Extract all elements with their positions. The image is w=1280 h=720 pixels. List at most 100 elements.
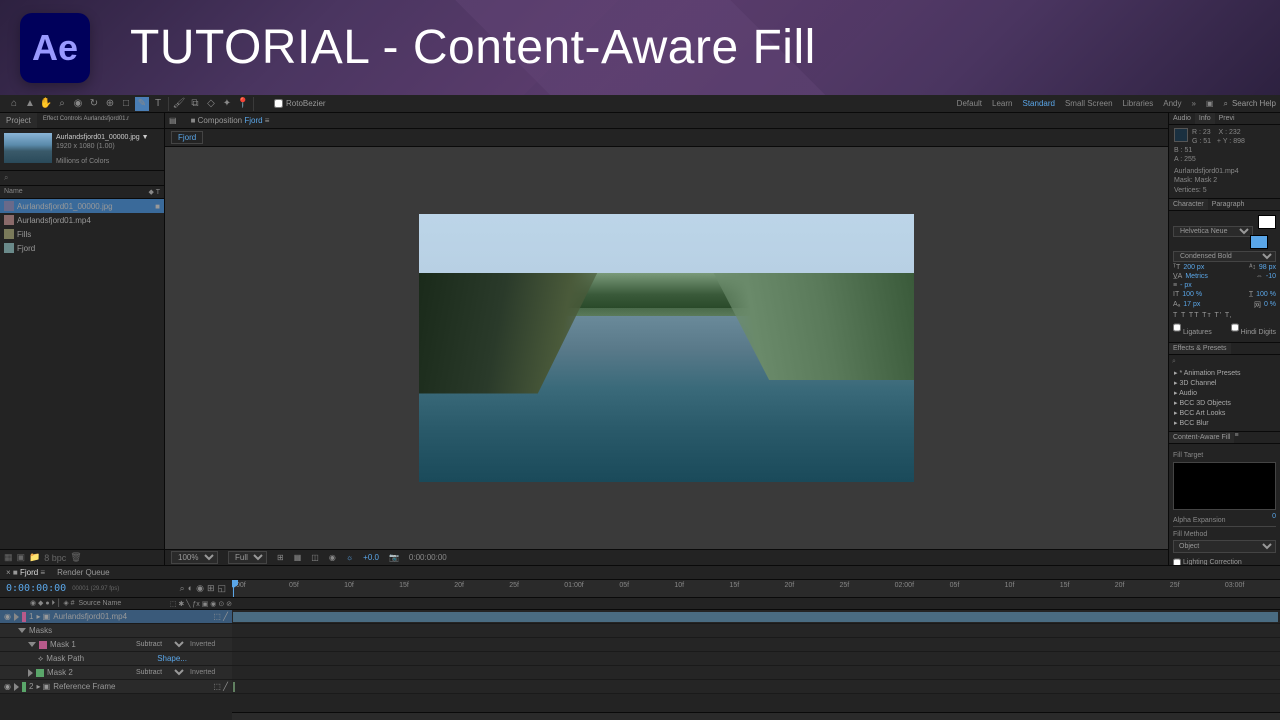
orbit-tool[interactable]: ◉ <box>71 97 85 111</box>
mask-2[interactable]: Mask 2 Subtract Inverted <box>0 666 1280 680</box>
new-comp-icon[interactable]: ▣ <box>17 552 26 563</box>
workspace-switcher: Default Learn Standard Small Screen Libr… <box>957 99 1214 108</box>
ws-andy[interactable]: Andy <box>1163 99 1181 108</box>
trash-icon[interactable]: 🗑 <box>70 552 81 563</box>
effects-presets-panel: ⌕ ▸ * Animation Presets ▸ 3D Channel ▸ A… <box>1169 355 1280 432</box>
brush-tool[interactable]: 🖌 <box>172 97 186 111</box>
content-aware-fill-panel: Fill Target Alpha Expansion0 Fill Method… <box>1169 444 1280 565</box>
tab-render-queue[interactable]: Render Queue <box>57 568 109 577</box>
tab-character[interactable]: Character <box>1169 199 1208 210</box>
tab-project[interactable]: Project <box>0 113 37 128</box>
ws-extend-icon[interactable]: ▣ <box>1206 99 1214 108</box>
viewer-controls: 100% Full ⊞ ▦ ◫ ◉ ☼ +0.0 📷 0:00:00:00 <box>165 549 1168 565</box>
rotobezier-checkbox[interactable]: RotoBezier <box>274 99 326 108</box>
text-style-buttons[interactable]: T T TT Tᴛ T' T, <box>1173 312 1276 319</box>
search-icon[interactable]: ⌕ <box>180 583 185 594</box>
exposure-icon[interactable]: ☼ <box>346 553 353 562</box>
help-search[interactable]: ⌕ Search Help <box>1223 99 1276 109</box>
asset-resolution: 1920 x 1080 (1.00) <box>56 142 149 151</box>
graph-icon[interactable]: ⊞ <box>207 583 215 594</box>
lighting-checkbox[interactable]: Lighting Correction <box>1173 556 1276 565</box>
hand-tool[interactable]: ✋ <box>39 97 53 111</box>
asset-colors: Millions of Colors <box>56 157 149 166</box>
main-toolbar: ⌂ ▲ ✋ ⌕ ◉ ↻ ⊕ □ ✎ T 🖌 ⧉ ◇ ✦ 📍 RotoBezier… <box>0 95 1280 113</box>
project-footer: ▦ ▣ 📁 8 bpc 🗑 <box>0 549 164 565</box>
type-tool[interactable]: T <box>151 97 165 111</box>
ws-more[interactable]: » <box>1191 99 1195 108</box>
tab-paragraph[interactable]: Paragraph <box>1208 199 1249 210</box>
quality-select[interactable]: Full <box>228 551 267 564</box>
project-search[interactable]: ⌕ <box>0 171 164 186</box>
playhead[interactable] <box>233 580 234 597</box>
layer-1-bar[interactable] <box>233 612 1278 622</box>
mask-path[interactable]: ⟡Mask Path Shape... <box>0 652 1280 666</box>
tab-effect-controls[interactable]: Effect Controls Aurlandsfjord01.r <box>37 113 135 128</box>
character-panel: Helvetica Neue Condensed Bold ᵀT200 pxᴬ↕… <box>1169 211 1280 343</box>
new-folder-icon[interactable]: 📁 <box>29 552 40 563</box>
project-preview: Aurlandsfjord01_00000.jpg ▼ 1920 x 1080 … <box>0 129 164 171</box>
mask-1[interactable]: Mask 1 Subtract Inverted <box>0 638 1280 652</box>
selection-tool[interactable]: ▲ <box>23 97 37 111</box>
ws-default[interactable]: Default <box>957 99 982 108</box>
ws-standard[interactable]: Standard <box>1023 99 1055 108</box>
zoom-tool[interactable]: ⌕ <box>55 97 69 111</box>
ws-small[interactable]: Small Screen <box>1065 99 1113 108</box>
layer-2-reference[interactable]: ◉2▸ ▣Reference Frame⬚ ╱ <box>0 680 1280 694</box>
ws-libraries[interactable]: Libraries <box>1123 99 1154 108</box>
tab-audio[interactable]: Audio <box>1169 113 1195 124</box>
viewer-canvas[interactable] <box>165 147 1168 549</box>
region-icon[interactable]: ◫ <box>311 553 319 562</box>
timeline-timecode[interactable]: 0:00:00:00 <box>6 583 66 594</box>
viewer-time[interactable]: 0:00:00:00 <box>409 553 447 562</box>
channel-icon[interactable]: ◉ <box>329 553 336 562</box>
new-bin-icon[interactable]: ▦ <box>4 552 13 563</box>
roto-tool[interactable]: ✦ <box>220 97 234 111</box>
stroke-swatch[interactable] <box>1250 235 1268 249</box>
layer-1-video[interactable]: ◉1▸ ▣Aurlandsfjord01.mp4⬚ ╱ <box>0 610 1280 624</box>
banner-title: TUTORIAL - Content-Aware Fill <box>130 20 816 75</box>
zoom-select[interactable]: 100% <box>171 551 218 564</box>
color-swatch <box>1174 128 1188 142</box>
masks-group[interactable]: Masks <box>0 624 1280 638</box>
mask-toggle-icon[interactable]: ▦ <box>294 553 302 562</box>
ref-frame-marker[interactable] <box>233 682 235 692</box>
ep-search[interactable]: ⌕ <box>1172 358 1277 366</box>
comp-name-crumb[interactable]: Fjord <box>165 129 1168 147</box>
pen-tool[interactable]: ✎ <box>135 97 149 111</box>
rect-tool[interactable]: □ <box>119 97 133 111</box>
snapshot-icon[interactable]: 📷 <box>389 553 399 562</box>
tab-composition[interactable]: ■ Composition Fjord ≡ <box>185 114 276 127</box>
fill-method-select[interactable]: Object <box>1173 540 1276 553</box>
asset-fills-folder[interactable]: Fills <box>0 227 164 241</box>
tab-effects-presets[interactable]: Effects & Presets <box>1169 343 1231 354</box>
tab-info[interactable]: Info <box>1195 113 1215 124</box>
anchor-tool[interactable]: ⊕ <box>103 97 117 111</box>
blur-icon[interactable]: ◉ <box>196 583 204 594</box>
asset-jpg[interactable]: Aurlandsfjord01_00000.jpg■ <box>0 199 164 213</box>
rotate-tool[interactable]: ↻ <box>87 97 101 111</box>
asset-fjord-comp[interactable]: Fjord <box>0 241 164 255</box>
weight-select[interactable]: Condensed Bold <box>1173 251 1276 262</box>
composition-viewer: ▤ ■ Composition Fjord ≡ Fjord 100% Full … <box>165 113 1168 565</box>
eraser-tool[interactable]: ◇ <box>204 97 218 111</box>
tab-preview[interactable]: Previ <box>1215 113 1239 124</box>
timeline-panel: × ■ Fjord ≡ Render Queue 0:00:00:00 0000… <box>0 566 1280 720</box>
layer-panel-icon[interactable]: ▤ <box>169 116 177 125</box>
project-panel: Project Effect Controls Aurlandsfjord01.… <box>0 113 165 565</box>
draft-icon[interactable]: ◱ <box>217 583 226 594</box>
home-icon[interactable]: ⌂ <box>7 97 21 111</box>
asset-mp4[interactable]: Aurlandsfjord01.mp4 <box>0 213 164 227</box>
tab-caf[interactable]: Content-Aware Fill <box>1169 432 1234 443</box>
right-panels: Audio Info Previ R : 23 X : 232 G : 51 +… <box>1168 113 1280 565</box>
selected-asset-name: Aurlandsfjord01_00000.jpg ▼ <box>56 133 149 142</box>
ws-learn[interactable]: Learn <box>992 99 1012 108</box>
timeline-ruler[interactable]: :00f05f10f 15f20f25f 01:00f05f10f 15f20f… <box>232 580 1280 597</box>
fill-swatch[interactable] <box>1258 215 1276 229</box>
ae-logo: Ae <box>20 13 90 83</box>
timeline-navigator[interactable] <box>232 712 1280 720</box>
clone-tool[interactable]: ⧉ <box>188 97 202 111</box>
pin-tool[interactable]: 📍 <box>236 97 250 111</box>
grid-icon[interactable]: ⊞ <box>277 553 284 562</box>
font-select[interactable]: Helvetica Neue <box>1173 226 1253 237</box>
shy-icon[interactable]: ◐ <box>188 583 193 594</box>
